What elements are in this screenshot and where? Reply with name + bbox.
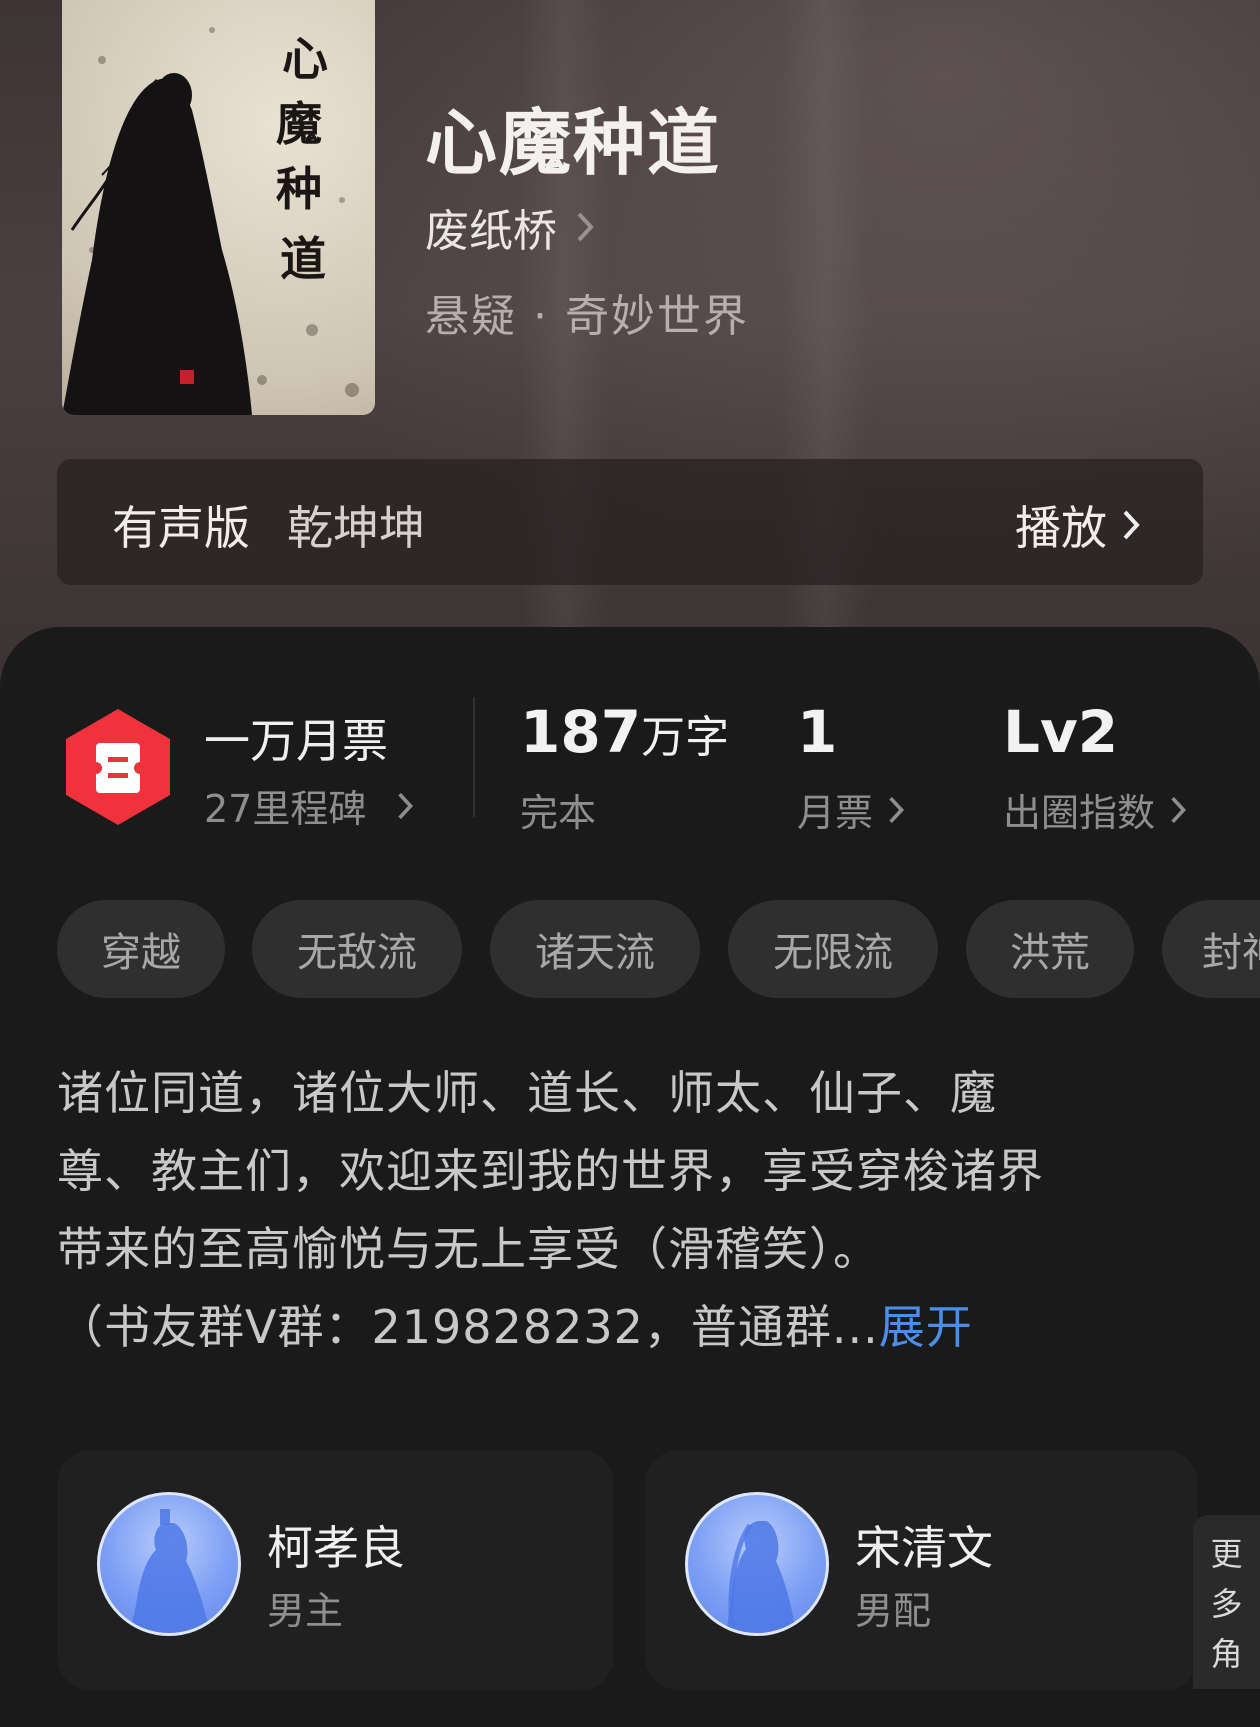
svg-text:道: 道 bbox=[280, 232, 326, 286]
svg-text:魔: 魔 bbox=[276, 97, 322, 151]
chevron-right-icon bbox=[1171, 796, 1187, 823]
more-characters-button[interactable]: 更 多 角 bbox=[1193, 1515, 1260, 1689]
hero-light-streak bbox=[780, 0, 870, 700]
tag-chip[interactable]: 封神 bbox=[1162, 900, 1260, 998]
word-count-unit: 万字 bbox=[641, 712, 730, 763]
play-button[interactable]: 播放 bbox=[1015, 492, 1143, 558]
word-count-number: 187 bbox=[520, 698, 642, 766]
audio-narrator: 乾坤坤 bbox=[287, 501, 425, 555]
synopsis-line: 带来的至高愉悦与无上享受（滑稽笑）。 bbox=[57, 1222, 880, 1276]
synopsis-line: 诸位同道，诸位大师、道长、师太、仙子、魔 bbox=[57, 1066, 997, 1120]
synopsis-line-text: （书友群V群：219828232，普通群... bbox=[57, 1300, 879, 1354]
character-avatar bbox=[97, 1492, 241, 1636]
completion-label: 完本 bbox=[520, 791, 597, 835]
character-avatar bbox=[685, 1492, 829, 1636]
character-name: 宋清文 bbox=[855, 1521, 993, 1575]
monthly-ticket-label: 月票 bbox=[797, 791, 874, 835]
character-role: 男配 bbox=[855, 1589, 932, 1633]
monthly-ticket-value: 1 bbox=[797, 698, 838, 766]
more-label-char: 更 bbox=[1210, 1535, 1243, 1573]
genre-label: 悬疑 · 奇妙世界 bbox=[425, 291, 749, 342]
tag-chip[interactable]: 穿越 bbox=[57, 900, 225, 998]
cover-title-text: 心 bbox=[282, 32, 328, 86]
tag-list: 穿越 无敌流 诸天流 无限流 洪荒 封神 bbox=[57, 900, 1260, 1000]
completion-status: 完本 bbox=[520, 782, 596, 837]
ticket-milestone-title: 一万月票 bbox=[204, 714, 388, 768]
play-label: 播放 bbox=[1015, 501, 1107, 555]
popularity-index-value: Lv2 bbox=[1003, 698, 1119, 766]
svg-text:种: 种 bbox=[276, 162, 322, 216]
ticket-milestone-sub: 27里程碑 bbox=[204, 787, 367, 831]
word-count-value: 187万字 bbox=[520, 697, 729, 773]
character-card[interactable]: 宋清文 男配 bbox=[645, 1450, 1198, 1690]
synopsis-line: 尊、教主们，欢迎来到我的世界，享受穿梭诸界 bbox=[57, 1144, 1044, 1198]
tag-chip[interactable]: 无限流 bbox=[728, 900, 938, 998]
monthly-ticket-link[interactable]: 月票 bbox=[797, 782, 907, 837]
synopsis-text: 诸位同道，诸位大师、道长、师太、仙子、魔 尊、教主们，欢迎来到我的世界，享受穿梭… bbox=[57, 1054, 1207, 1366]
silhouette-icon bbox=[726, 1521, 796, 1633]
audio-label: 有声版 bbox=[112, 501, 250, 555]
character-role: 男主 bbox=[267, 1589, 344, 1633]
expand-link[interactable]: 展开 bbox=[879, 1300, 973, 1354]
tag-chip[interactable]: 诸天流 bbox=[490, 900, 700, 998]
character-card[interactable]: 柯孝良 男主 bbox=[57, 1450, 614, 1690]
author-name: 废纸桥 bbox=[425, 206, 557, 257]
book-title: 心魔种道 bbox=[425, 100, 722, 185]
popularity-index-label: 出圈指数 bbox=[1003, 791, 1156, 835]
book-cover[interactable]: 心 魔 种 道 bbox=[62, 0, 375, 415]
silhouette-icon bbox=[130, 1509, 210, 1633]
chevron-right-icon bbox=[398, 792, 414, 819]
more-label-char: 角 bbox=[1210, 1635, 1243, 1673]
cover-illustration: 心 魔 种 道 bbox=[62, 27, 359, 415]
chevron-right-icon bbox=[577, 212, 594, 242]
ticket-badge-icon bbox=[66, 709, 170, 825]
tag-chip[interactable]: 洪荒 bbox=[966, 900, 1134, 998]
chevron-right-icon bbox=[889, 796, 905, 823]
ticket-milestone-link[interactable]: 27里程碑 bbox=[204, 778, 416, 833]
popularity-index-link[interactable]: 出圈指数 bbox=[1003, 782, 1189, 837]
chevron-right-icon bbox=[1123, 510, 1140, 540]
stats-divider bbox=[473, 697, 475, 817]
synopsis-line-last: （书友群V群：219828232，普通群...展开 bbox=[57, 1288, 1207, 1366]
audio-version-bar[interactable]: 有声版 乾坤坤 播放 bbox=[57, 459, 1203, 585]
character-name: 柯孝良 bbox=[267, 1521, 405, 1575]
more-label-char: 多 bbox=[1210, 1585, 1243, 1623]
author-link[interactable]: 废纸桥 bbox=[425, 195, 597, 259]
tag-chip[interactable]: 无敌流 bbox=[252, 900, 462, 998]
